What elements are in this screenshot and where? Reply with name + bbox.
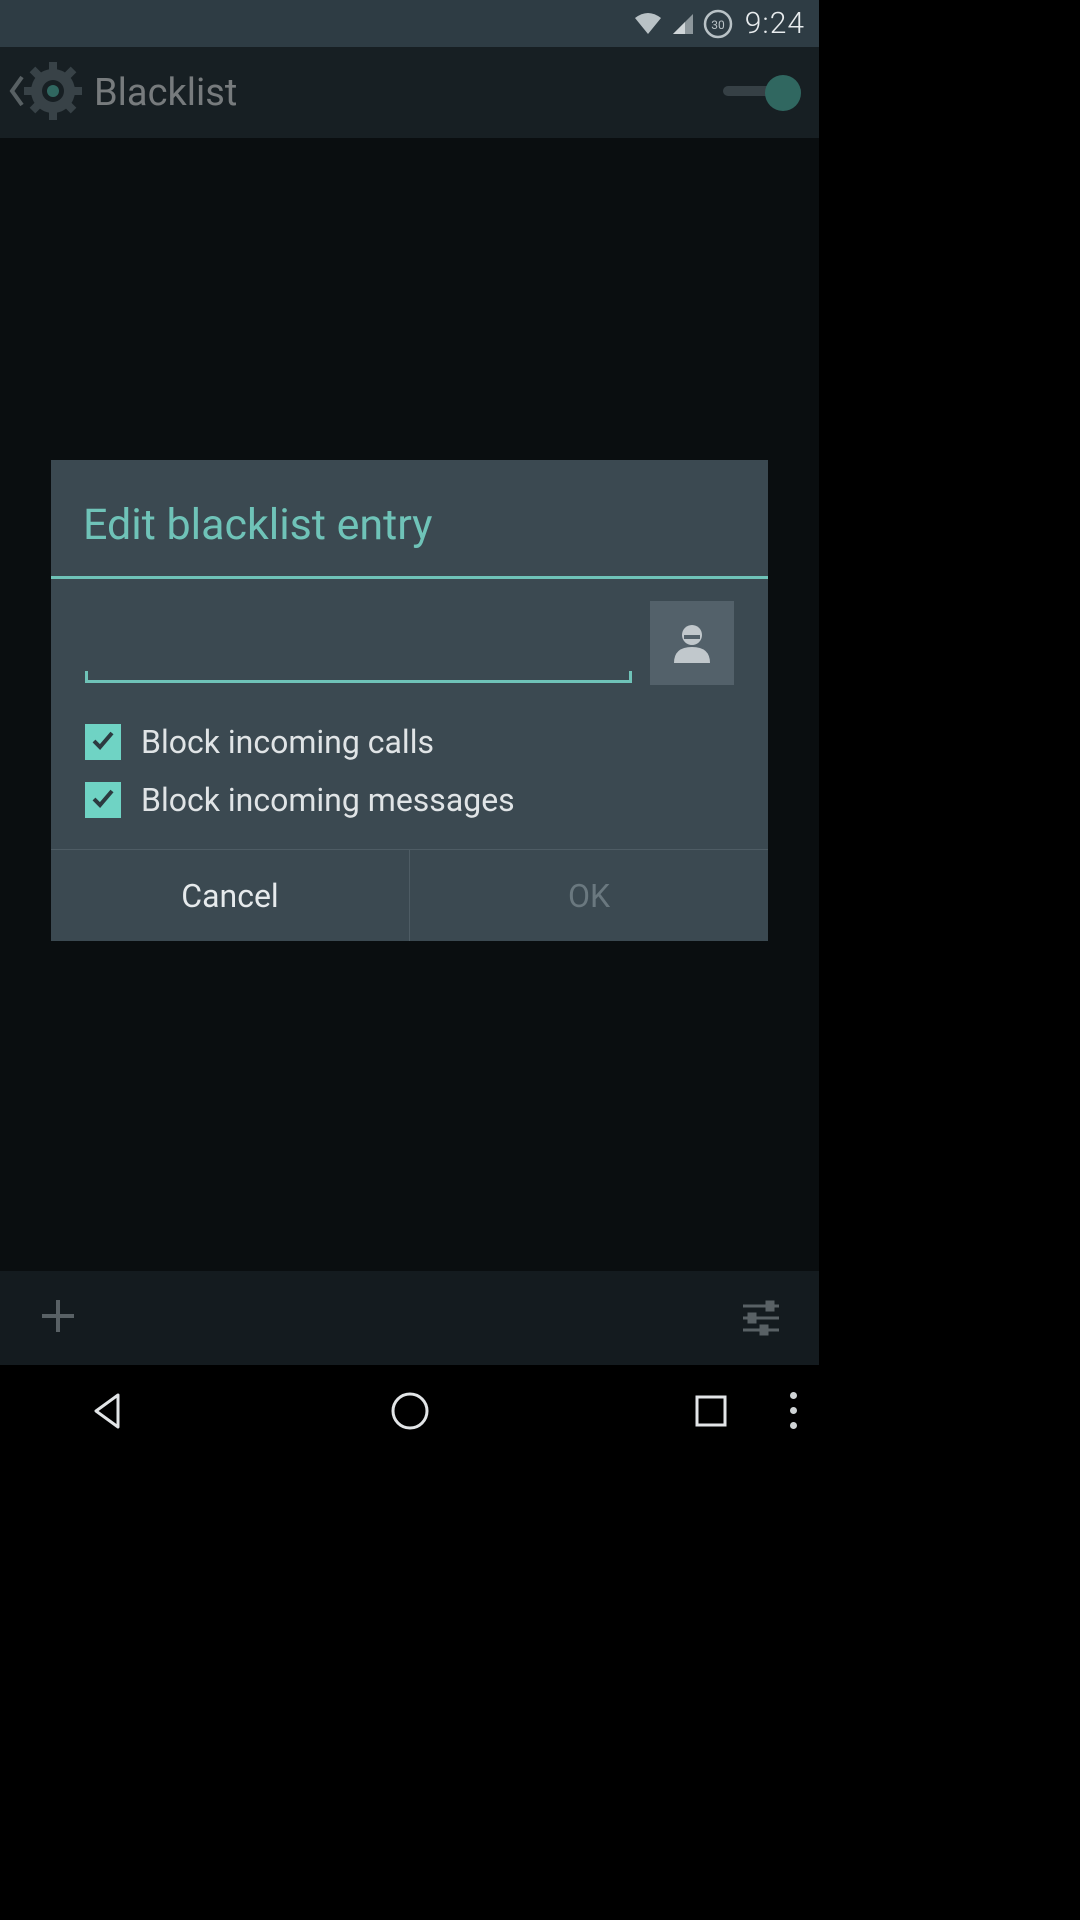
alarm-badge-icon: 30 <box>703 9 733 39</box>
nav-recent-button[interactable] <box>683 1383 739 1439</box>
nav-overflow-button[interactable] <box>790 1392 797 1429</box>
blacklist-master-toggle[interactable] <box>723 75 801 111</box>
status-time: 9:24 <box>745 6 805 41</box>
wifi-icon <box>633 12 663 36</box>
sliders-icon <box>739 1294 783 1342</box>
block-calls-checkbox-row[interactable]: Block incoming calls <box>85 723 734 761</box>
system-nav-bar <box>0 1365 819 1456</box>
pick-contact-button[interactable] <box>650 601 734 685</box>
settings-gear-icon[interactable] <box>22 60 84 126</box>
edit-blacklist-dialog: Edit blacklist entry <box>51 460 768 941</box>
nav-home-button[interactable] <box>382 1383 438 1439</box>
bottom-action-bar <box>0 1271 819 1365</box>
status-bar: 30 9:24 <box>0 0 819 47</box>
svg-text:30: 30 <box>711 18 725 32</box>
ok-button[interactable]: OK <box>409 850 768 941</box>
cancel-button[interactable]: Cancel <box>51 850 409 941</box>
block-messages-checkbox-row[interactable]: Block incoming messages <box>85 781 734 819</box>
filter-settings-button[interactable] <box>731 1288 791 1348</box>
add-entry-button[interactable] <box>28 1288 88 1348</box>
block-messages-checkbox[interactable] <box>85 782 121 818</box>
block-calls-checkbox[interactable] <box>85 724 121 760</box>
dialog-title: Edit blacklist entry <box>51 460 768 576</box>
entry-number-input[interactable] <box>85 613 632 683</box>
block-messages-label: Block incoming messages <box>141 781 515 819</box>
status-icons: 30 <box>633 9 733 39</box>
checkmark-icon <box>89 784 117 816</box>
checkmark-icon <box>89 726 117 758</box>
cell-signal-icon <box>671 12 695 36</box>
contact-icon <box>670 619 714 667</box>
screen-title: Blacklist <box>94 71 723 115</box>
plus-icon <box>36 1294 80 1342</box>
nav-back-button[interactable] <box>80 1383 136 1439</box>
app-bar: Blacklist <box>0 47 819 138</box>
block-calls-label: Block incoming calls <box>141 723 434 761</box>
